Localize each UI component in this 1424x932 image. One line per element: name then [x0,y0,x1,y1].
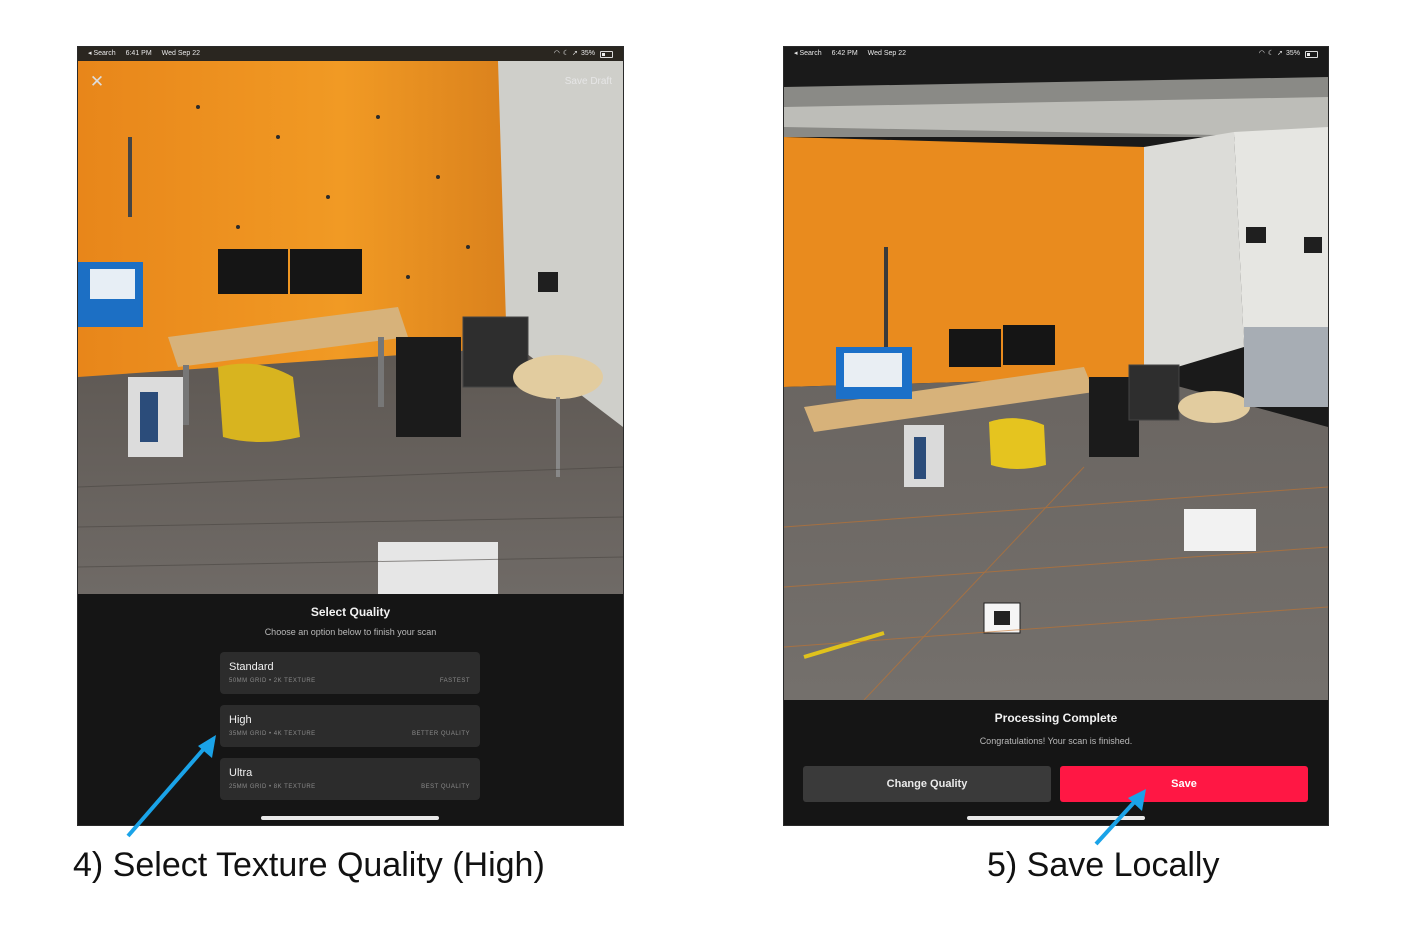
scan-preview-3d[interactable] [78,47,623,594]
status-bar: ◂ Search 6:41 PM Wed Sep 22 ◠ ☾ ➚ 35% [78,47,623,61]
panel-title: Select Quality [310,605,391,619]
quality-option-high[interactable]: High 35MM GRID • 4K TEXTURE BETTER QUALI… [220,705,480,747]
status-date: Wed Sep 22 [161,50,201,57]
processing-complete-panel: Processing Complete Congratulations! You… [784,700,1328,825]
moon-icon: ☾ [562,50,570,57]
panel-subtitle: Congratulations! Your scan is finished. [979,736,1133,746]
save-draft-button[interactable]: Save Draft [565,76,612,87]
option-tag: FASTEST [439,678,470,684]
battery-icon [1305,50,1318,58]
option-name: Standard [229,661,274,673]
back-to-search-link[interactable]: ◂ Search [88,50,116,57]
wifi-icon: ◠ [1258,50,1265,57]
battery-percent: 35% [580,50,595,57]
arrow-to-high-option-icon [126,735,216,838]
battery-icon [600,50,613,58]
scan-result-3d[interactable] [784,47,1328,700]
quality-option-ultra[interactable]: Ultra 25MM GRID • 8K TEXTURE BEST QUALIT… [220,758,480,800]
status-time: 6:42 PM [831,50,858,57]
option-spec: 50MM GRID • 2K TEXTURE [229,678,316,684]
processing-complete-screen: ◂ Search 6:42 PM Wed Sep 22 ◠ ☾ ➚ 35% Pr… [783,46,1329,826]
back-to-search-link[interactable]: ◂ Search [794,50,822,57]
close-icon[interactable]: ✕ [88,73,106,91]
battery-percent: 35% [1285,50,1300,57]
panel-subtitle: Choose an option below to finish your sc… [264,627,437,637]
option-spec: 35MM GRID • 4K TEXTURE [229,731,316,737]
status-bar: ◂ Search 6:42 PM Wed Sep 22 ◠ ☾ ➚ 35% [784,47,1328,61]
step-5-caption: 5) Save Locally [987,846,1220,884]
arrow-to-save-button-icon [1094,789,1146,846]
quality-option-standard[interactable]: Standard 50MM GRID • 2K TEXTURE FASTEST [220,652,480,694]
option-spec: 25MM GRID • 8K TEXTURE [229,784,316,790]
home-indicator[interactable] [261,816,439,820]
option-name: High [229,714,252,726]
option-name: Ultra [229,767,253,779]
wifi-icon: ◠ [553,50,560,57]
option-tag: BETTER QUALITY [411,731,470,737]
location-icon: ➚ [572,50,578,57]
location-icon: ➚ [1277,50,1283,57]
panel-title: Processing Complete [994,711,1118,725]
scan-result-image [784,47,1328,700]
moon-icon: ☾ [1267,50,1275,57]
option-tag: BEST QUALITY [421,784,470,790]
change-quality-button[interactable]: Change Quality [803,766,1051,802]
step-4-caption: 4) Select Texture Quality (High) [73,846,545,884]
status-date: Wed Sep 22 [867,50,907,57]
scan-preview-image [78,47,623,594]
select-quality-screen: ◂ Search 6:41 PM Wed Sep 22 ◠ ☾ ➚ 35% ✕ … [77,46,624,826]
status-time: 6:41 PM [125,50,152,57]
